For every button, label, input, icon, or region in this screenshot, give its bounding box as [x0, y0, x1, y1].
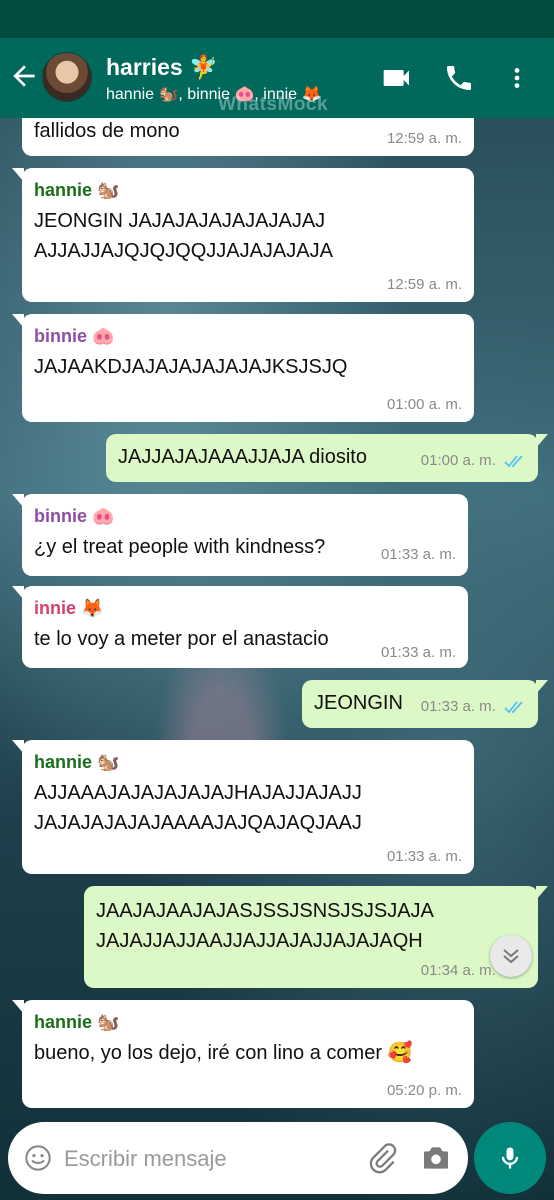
message-bubble[interactable]: hannie 🐿️ AJJAAAJAJAJAJAJAJHAJAJJAJAJJ J… [12, 740, 474, 874]
message-time: 01:00 a. m. [386, 396, 462, 413]
message-input[interactable]: Escribir mensaje [64, 1146, 227, 1172]
message-time: 12:59 a. m. [386, 276, 462, 293]
message-composer[interactable]: Escribir mensaje [8, 1122, 468, 1194]
status-bar [0, 0, 554, 38]
chat-area[interactable]: fallidos de mono 12:59 a. m. hannie 🐿️ J… [0, 118, 554, 1200]
message-bubble[interactable]: JAJJAJAJAAAJJAJA diosito 01:00 a. m. [106, 434, 548, 482]
chat-title[interactable]: harries 🧚 [106, 54, 218, 81]
mic-button[interactable] [474, 1122, 546, 1194]
message-time: 05:20 p. m. [386, 1082, 462, 1099]
avatar[interactable] [42, 52, 92, 102]
sender-name[interactable]: hannie 🐿️ [34, 178, 462, 202]
emoji-icon[interactable] [24, 1144, 52, 1172]
attach-icon[interactable] [366, 1142, 398, 1174]
sender-name[interactable]: binnie 🐽 [34, 324, 462, 348]
message-text: JAAJAJAAJAJASJSSJSNSJSJSJAJA [96, 900, 434, 922]
video-call-icon[interactable] [380, 62, 414, 94]
message-meta: 01:00 a. m. [421, 452, 526, 470]
sender-name[interactable]: hannie 🐿️ [34, 1010, 462, 1034]
message-time: 12:59 a. m. [386, 130, 462, 147]
double-chevron-down-icon [503, 949, 519, 964]
message-text: JEONGIN JAJAJAJAJAJAJAJAJ [34, 210, 326, 232]
chat-header: harries 🧚 hannie 🐿️, binnie 🐽, innie 🦊 W… [0, 38, 554, 118]
message-text: AJJAJJAJQJQJQQJJAJAJAJAJA [34, 240, 333, 262]
message-bubble[interactable]: JAAJAJAAJAJASJSSJSNSJSJSJAJA JAJAJJAJJAA… [84, 886, 548, 988]
message-text: AJJAAAJAJAJAJAJAJHAJAJJAJAJJ [34, 782, 362, 804]
message-time: 01:33 a. m. [380, 644, 456, 661]
message-bubble[interactable]: binnie 🐽 JAJAAKDJAJAJAJAJAJAJKSJSJQ 01:0… [12, 314, 474, 422]
more-vert-icon[interactable] [504, 62, 530, 94]
scroll-down-button[interactable] [490, 935, 532, 977]
message-text: JAJAJJAJJAAJJAJJAJAJJAJAJAQH [96, 930, 423, 952]
sender-name[interactable]: binnie 🐽 [34, 504, 456, 528]
message-text: JAJAAKDJAJAJAJAJAJAJKSJSJQ [34, 356, 348, 378]
mic-icon [501, 1147, 519, 1169]
double-check-icon [504, 455, 523, 468]
message-time: 01:33 a. m. [386, 848, 462, 865]
message-bubble[interactable]: hannie 🐿️ bueno, yo los dejo, iré con li… [12, 1000, 474, 1108]
double-check-icon [504, 701, 523, 714]
message-meta: 01:33 a. m. [421, 698, 526, 716]
message-text: bueno, yo los dejo, iré con lino a comer… [34, 1042, 413, 1064]
sender-name[interactable]: hannie 🐿️ [34, 750, 462, 774]
camera-icon[interactable] [420, 1142, 452, 1174]
arrow-left-icon[interactable] [8, 60, 40, 92]
message-time: 01:34 a. m. [420, 962, 496, 979]
message-time: 01:00 a. m. [420, 452, 496, 469]
message-time: 01:33 a. m. [420, 698, 496, 715]
message-text: JAJAJAJAJAJAAAAJAJQAJAQJAAJ [34, 812, 362, 834]
sender-name[interactable]: innie 🦊 [34, 596, 456, 620]
message-bubble[interactable]: JEONGIN 01:33 a. m. [302, 680, 548, 728]
message-bubble[interactable]: fallidos de mono 12:59 a. m. [22, 118, 474, 156]
message-bubble[interactable]: binnie 🐽 ¿y el treat people with kindnes… [12, 494, 468, 576]
message-bubble[interactable]: innie 🦊 te lo voy a meter por el anastac… [12, 586, 468, 668]
phone-icon[interactable] [442, 62, 476, 94]
message-time: 01:33 a. m. [380, 546, 456, 563]
watermark: WhatsMock [218, 94, 329, 115]
message-bubble[interactable]: hannie 🐿️ JEONGIN JAJAJAJAJAJAJAJAJ AJJA… [12, 168, 474, 302]
